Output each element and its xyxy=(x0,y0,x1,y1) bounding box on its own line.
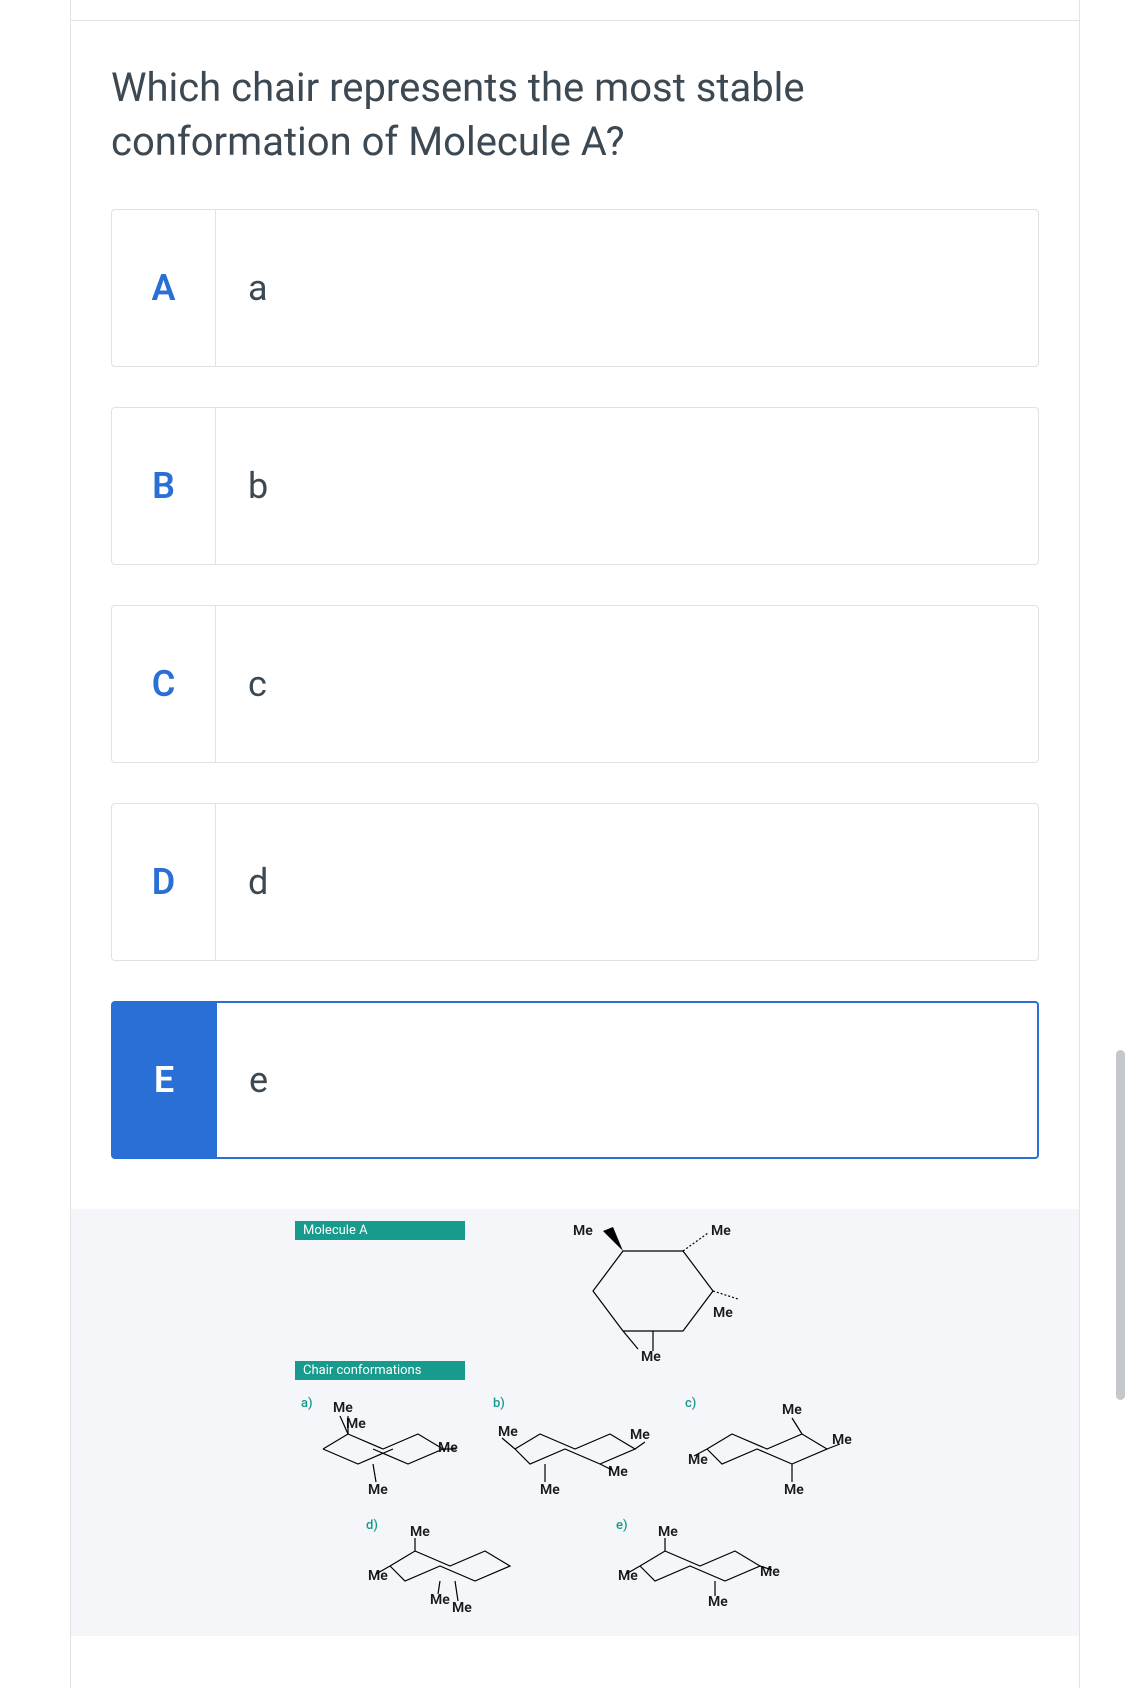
option-text: e xyxy=(217,1003,1037,1157)
svg-text:Me: Me xyxy=(782,1402,802,1418)
chair-letter: a) xyxy=(301,1396,313,1411)
svg-text:Me: Me xyxy=(368,1568,388,1584)
option-a[interactable]: A a xyxy=(111,209,1039,367)
chair-row-2: d) Me Me Me Me e) xyxy=(295,1516,855,1616)
svg-text:Me: Me xyxy=(333,1400,353,1416)
chair-e: e) Me Me Me Me xyxy=(610,1516,790,1616)
figure-panel: Molecule A Me Me Me xyxy=(71,1209,1079,1636)
svg-text:Me: Me xyxy=(410,1524,430,1540)
chair-letter: b) xyxy=(493,1396,505,1411)
svg-text:Me: Me xyxy=(630,1427,650,1443)
question-card: Which chair represents the most stable c… xyxy=(70,0,1080,1688)
svg-text:Me: Me xyxy=(608,1464,628,1480)
scrollbar-thumb[interactable] xyxy=(1116,1050,1125,1400)
chair-b: b) Me Me Me Me xyxy=(487,1394,663,1504)
chair-row-1: a) Me Me Me Me xyxy=(295,1394,855,1504)
option-letter: D xyxy=(112,804,216,960)
chair-a: a) Me Me Me Me xyxy=(295,1394,471,1504)
svg-text:Me: Me xyxy=(713,1305,733,1321)
chair-c: c) Me Me Me Me xyxy=(679,1394,855,1504)
option-b[interactable]: B b xyxy=(111,407,1039,565)
svg-text:Me: Me xyxy=(573,1223,593,1239)
option-letter: E xyxy=(113,1003,217,1157)
svg-text:Me: Me xyxy=(540,1482,560,1498)
molecule-a-label: Molecule A xyxy=(295,1221,465,1240)
svg-text:Me: Me xyxy=(708,1594,728,1610)
chair-letter: c) xyxy=(685,1396,696,1411)
svg-text:Me: Me xyxy=(618,1568,638,1584)
svg-text:Me: Me xyxy=(498,1424,518,1440)
option-text: d xyxy=(216,804,1038,960)
option-letter: C xyxy=(112,606,216,762)
molecule-a-row: Molecule A Me Me Me xyxy=(295,1221,855,1361)
svg-text:Me: Me xyxy=(711,1223,731,1239)
svg-text:Me: Me xyxy=(438,1440,458,1456)
option-letter: A xyxy=(112,210,216,366)
option-e[interactable]: E e xyxy=(111,1001,1039,1159)
option-letter: B xyxy=(112,408,216,564)
options-list: A a B b C c D d E e xyxy=(111,209,1039,1159)
svg-text:Me: Me xyxy=(641,1349,661,1361)
option-d[interactable]: D d xyxy=(111,803,1039,961)
svg-text:Me: Me xyxy=(452,1600,472,1616)
svg-text:Me: Me xyxy=(658,1524,678,1540)
option-c[interactable]: C c xyxy=(111,605,1039,763)
option-text: b xyxy=(216,408,1038,564)
chair-letter: d) xyxy=(366,1518,378,1533)
svg-text:Me: Me xyxy=(368,1482,388,1498)
svg-text:Me: Me xyxy=(784,1482,804,1498)
molecule-a-structure: Me Me Me Me xyxy=(553,1221,773,1361)
chair-conformations-label: Chair conformations xyxy=(295,1361,465,1380)
option-text: c xyxy=(216,606,1038,762)
svg-text:Me: Me xyxy=(430,1592,450,1608)
option-text: a xyxy=(216,210,1038,366)
question-area: Which chair represents the most stable c… xyxy=(71,21,1079,1209)
chair-d: d) Me Me Me Me xyxy=(360,1516,540,1616)
svg-text:Me: Me xyxy=(346,1416,366,1432)
chair-letter: e) xyxy=(616,1518,628,1533)
question-text: Which chair represents the most stable c… xyxy=(111,61,1039,169)
figure-inner: Molecule A Me Me Me xyxy=(295,1221,855,1616)
